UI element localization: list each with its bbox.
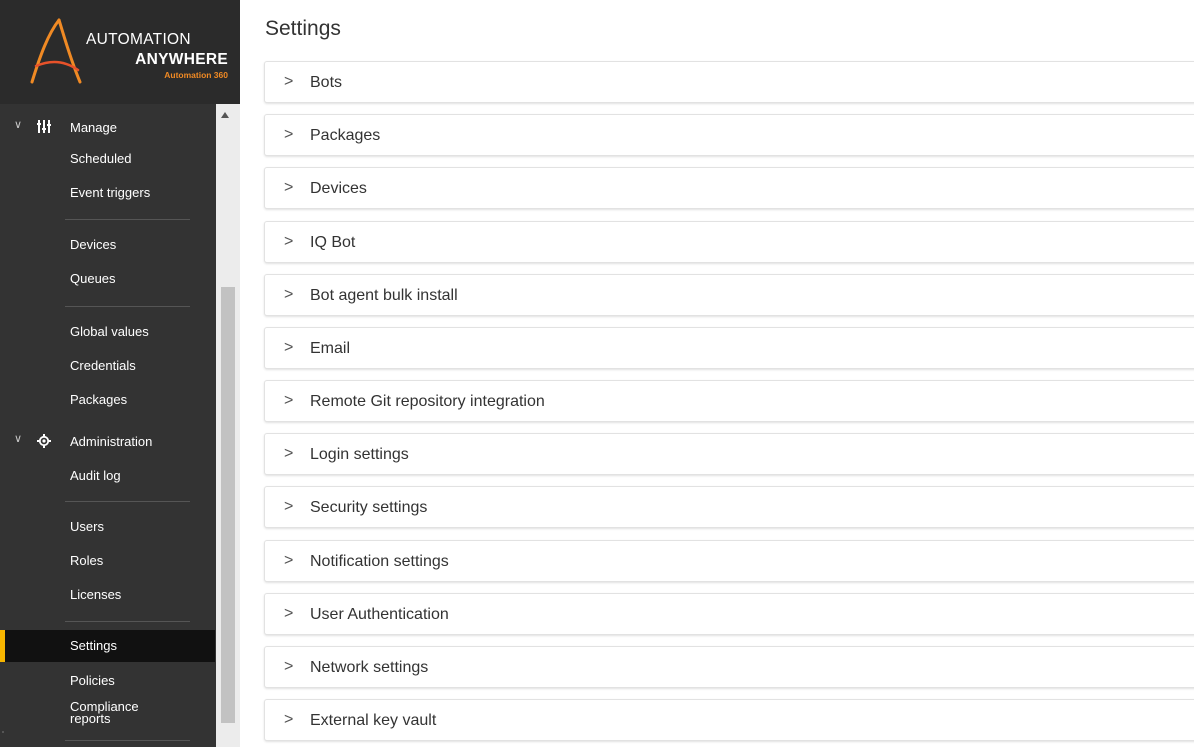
nav-group-manage[interactable]: ∨ Manage — [0, 112, 215, 142]
sidebar-item-compliance-reports[interactable]: Compliance reports — [0, 696, 215, 732]
chevron-right-icon: > — [284, 392, 294, 409]
settings-section-user-authentication[interactable]: > User Authentication — [264, 593, 1194, 635]
settings-section-remote-git[interactable]: > Remote Git repository integration — [264, 380, 1194, 422]
gear-icon — [37, 434, 51, 451]
settings-section-external-key-vault[interactable]: > External key vault — [264, 699, 1194, 741]
brand-name-line2: ANYWHERE — [135, 51, 228, 68]
sidebar-item-audit-log[interactable]: Audit log — [0, 460, 215, 492]
settings-section-login-settings[interactable]: > Login settings — [264, 433, 1194, 475]
chevron-down-icon: ∨ — [14, 119, 23, 131]
sidebar-item-credentials[interactable]: Credentials — [0, 350, 215, 382]
section-label: Devices — [310, 180, 367, 197]
nav-group-administration[interactable]: ∨ Administration — [0, 426, 215, 456]
settings-section-network-settings[interactable]: > Network settings — [264, 646, 1194, 688]
chevron-right-icon: > — [284, 711, 294, 728]
section-label: Network settings — [310, 659, 429, 676]
chevron-right-icon: > — [284, 73, 294, 90]
sidebar-item-label: Audit log — [70, 468, 121, 483]
sidebar-item-global-values[interactable]: Global values — [0, 316, 215, 348]
chevron-right-icon: > — [284, 339, 294, 356]
section-label: User Authentication — [310, 606, 449, 623]
chevron-right-icon: > — [284, 286, 294, 303]
sidebar-item-label: Roles — [70, 553, 104, 568]
chevron-right-icon: > — [284, 552, 294, 569]
nav-divider — [65, 740, 190, 741]
nav-group-label: Administration — [70, 434, 153, 449]
settings-section-bots[interactable]: > Bots — [264, 61, 1194, 103]
automation-anywhere-logo-icon — [30, 18, 82, 84]
nav-divider — [65, 621, 190, 622]
nav-divider — [65, 501, 190, 502]
sidebar-item-label: Users — [70, 519, 104, 534]
sidebar-item-label: Licenses — [70, 587, 122, 602]
settings-section-iq-bot[interactable]: > IQ Bot — [264, 221, 1194, 263]
chevron-down-icon: ∨ — [14, 433, 23, 445]
sidebar-item-label: Packages — [70, 392, 128, 407]
sidebar-item-label: Compliance reports — [70, 699, 139, 726]
sidebar-item-label: Scheduled — [70, 151, 132, 166]
sidebar-item-policies[interactable]: Policies — [0, 665, 215, 697]
section-label: IQ Bot — [310, 234, 356, 251]
nav-divider — [65, 219, 190, 220]
scroll-up-arrow-icon[interactable] — [221, 112, 229, 118]
brand-name-line1: AUTOMATION — [86, 31, 191, 48]
sidebar-item-label: Global values — [70, 324, 149, 339]
nav-group-label: Manage — [70, 120, 117, 135]
settings-section-devices[interactable]: > Devices — [264, 167, 1194, 209]
sidebar-item-devices[interactable]: Devices — [0, 229, 215, 261]
chevron-right-icon: > — [284, 179, 294, 196]
settings-section-security-settings[interactable]: > Security settings — [264, 486, 1194, 528]
sidebar-item-users[interactable]: Users — [0, 511, 215, 543]
sidebar-item-label: Policies — [70, 673, 115, 688]
scrollbar-thumb[interactable] — [221, 287, 235, 723]
sidebar-nav: ∨ Manage Scheduled Event triggers Device… — [0, 104, 215, 747]
sidebar-item-label: Event triggers — [70, 185, 151, 200]
chevron-right-icon: > — [284, 126, 294, 143]
settings-section-notification-settings[interactable]: > Notification settings — [264, 540, 1194, 582]
page-title: Settings — [265, 17, 341, 40]
brand-tagline: Automation 360 — [164, 70, 228, 80]
settings-section-packages[interactable]: > Packages — [264, 114, 1194, 156]
section-label: Remote Git repository integration — [310, 393, 545, 410]
sidebar-item-label: Queues — [70, 271, 116, 286]
settings-section-bot-agent-bulk-install[interactable]: > Bot agent bulk install — [264, 274, 1194, 316]
sidebar-scrollbar[interactable] — [216, 104, 240, 747]
chevron-right-icon: > — [284, 445, 294, 462]
sidebar-item-packages[interactable]: Packages — [0, 384, 215, 416]
sidebar-item-licenses[interactable]: Licenses — [0, 579, 215, 611]
sidebar: AUTOMATION ANYWHERE Automation 360 ∨ Man… — [0, 0, 240, 747]
sidebar-item-label: Credentials — [70, 358, 136, 373]
sidebar-item-label: Settings — [70, 638, 117, 653]
settings-section-email[interactable]: > Email — [264, 327, 1194, 369]
sidebar-item-label: Devices — [70, 237, 117, 252]
section-label: Bots — [310, 74, 343, 91]
chevron-right-icon: > — [284, 233, 294, 250]
section-label: Notification settings — [310, 553, 449, 570]
brand-logo[interactable]: AUTOMATION ANYWHERE Automation 360 — [0, 0, 240, 104]
section-label: Security settings — [310, 499, 428, 516]
sidebar-item-roles[interactable]: Roles — [0, 545, 215, 577]
sidebar-item-settings[interactable]: Settings — [0, 630, 215, 662]
chevron-right-icon: > — [284, 498, 294, 515]
sidebar-item-scheduled[interactable]: Scheduled — [0, 143, 215, 175]
edge-dot — [2, 731, 4, 733]
sidebar-item-queues[interactable]: Queues — [0, 263, 215, 295]
section-label: Email — [310, 340, 351, 357]
chevron-right-icon: > — [284, 658, 294, 675]
section-label: Packages — [310, 127, 381, 144]
nav-divider — [65, 306, 190, 307]
sidebar-item-event-triggers[interactable]: Event triggers — [0, 177, 215, 209]
sliders-icon — [37, 120, 51, 136]
section-label: Bot agent bulk install — [310, 287, 458, 304]
chevron-right-icon: > — [284, 605, 294, 622]
section-label: Login settings — [310, 446, 409, 463]
section-label: External key vault — [310, 712, 437, 729]
